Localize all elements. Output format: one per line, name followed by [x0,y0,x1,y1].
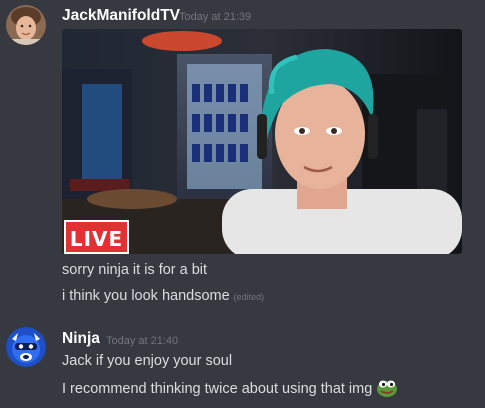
avatar-ninja[interactable] [6,327,46,367]
chat-message-list: JackManifoldTV Today at 21:39 LIVE sorry… [0,0,485,408]
message-text-line-edited: i think you look handsome (edited) [62,287,264,306]
message-text-line: sorry ninja it is for a bit [62,262,208,278]
message-text: i think you look handsome [62,288,230,304]
avatar-image [6,327,46,367]
message-timestamp: Today at 21:40 [106,335,179,347]
message-author[interactable]: Ninja [62,330,100,348]
pepe-frog-emoji-icon[interactable] [376,376,398,398]
live-badge: LIVE [64,220,129,254]
message-timestamp: Today at 21:39 [179,11,252,23]
stream-screenshot-image[interactable]: LIVE [62,29,462,254]
message-text-line-with-emoji: I recommend thinking twice about using t… [62,378,398,400]
avatar-jackmanifoldtv[interactable] [6,5,46,45]
edited-label: (edited) [233,292,265,302]
avatar-image [6,5,46,45]
message-text-line: Jack if you enjoy your soul [62,353,233,369]
message-text: I recommend thinking twice about using t… [62,380,373,397]
message-author[interactable]: JackManifoldTV [62,7,180,25]
